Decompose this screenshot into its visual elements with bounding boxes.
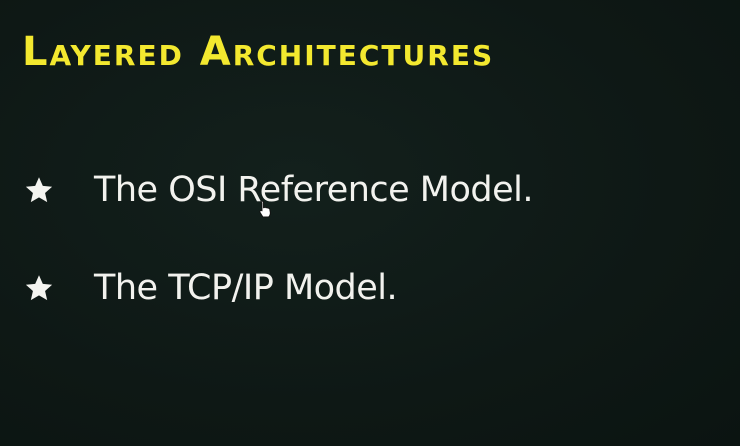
- star-icon: [24, 175, 54, 205]
- hand-pointer-cursor-icon: [258, 200, 272, 218]
- bullet-item-osi: The OSI Reference Model.: [24, 166, 534, 214]
- slide-title: Layered Architectures: [22, 29, 495, 75]
- bullet-text: The OSI Reference Model.: [94, 170, 534, 210]
- bullet-text: The TCP/IP Model.: [94, 268, 398, 308]
- slide: Layered Architectures The OSI Reference …: [0, 0, 740, 446]
- star-icon: [24, 273, 54, 303]
- bullet-item-tcpip: The TCP/IP Model.: [24, 264, 398, 312]
